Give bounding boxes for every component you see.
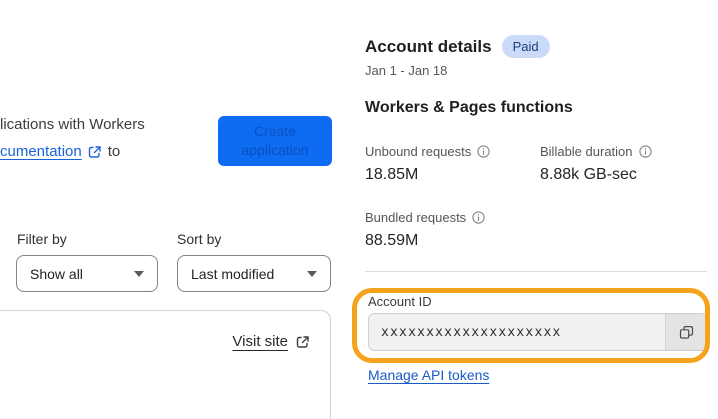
info-icon[interactable] <box>638 145 652 158</box>
copy-account-id-button[interactable] <box>665 314 707 350</box>
account-id-field-group <box>368 313 708 351</box>
project-card: Visit site <box>0 310 331 419</box>
external-link-icon <box>88 145 102 159</box>
date-range: Jan 1 - Jan 18 <box>365 63 448 78</box>
documentation-link[interactable]: cumentation <box>0 143 82 160</box>
workers-pages-dashboard: lications with Workers cumentation to Cr… <box>0 0 718 419</box>
account-details-title: Account details <box>365 36 492 56</box>
external-link-icon <box>296 335 310 349</box>
functions-section-title: Workers & Pages functions <box>365 99 573 116</box>
intro-text-line1: lications with Workers <box>0 116 145 133</box>
metric-label-text: Unbound requests <box>365 144 472 159</box>
metric-label-text: Bundled requests <box>365 210 467 225</box>
sort-dropdown[interactable]: Last modified <box>177 255 331 292</box>
create-application-button[interactable]: Create application <box>218 116 332 166</box>
billable-duration-label: Billable duration <box>540 144 652 159</box>
sort-by-label: Sort by <box>177 231 222 247</box>
visit-site-link[interactable]: Visit site <box>232 333 288 350</box>
copy-icon <box>679 325 694 339</box>
info-icon[interactable] <box>477 145 490 158</box>
intro-text-suffix: to <box>107 143 121 160</box>
paid-plan-badge: Paid <box>501 35 550 58</box>
account-id-label: Account ID <box>368 294 432 309</box>
billable-duration-value: 8.88k GB-sec <box>540 166 637 183</box>
section-divider <box>365 271 707 272</box>
manage-api-tokens-link[interactable]: Manage API tokens <box>368 367 489 383</box>
info-icon[interactable] <box>472 211 485 224</box>
bundled-requests-label: Bundled requests <box>365 210 485 225</box>
chevron-down-icon <box>307 270 317 277</box>
intro-text-line2: cumentation to <box>0 143 120 160</box>
filter-dropdown-value: Show all <box>30 265 83 282</box>
filter-dropdown[interactable]: Show all <box>16 255 158 292</box>
unbound-requests-label: Unbound requests <box>365 144 490 159</box>
metric-label-text: Billable duration <box>540 144 633 159</box>
sort-dropdown-value: Last modified <box>191 265 275 282</box>
visit-site-row: Visit site <box>232 333 310 350</box>
account-details-header: Account details Paid <box>365 35 550 58</box>
chevron-down-icon <box>134 270 144 277</box>
account-id-input[interactable] <box>369 314 665 350</box>
unbound-requests-value: 18.85M <box>365 166 419 183</box>
filter-by-label: Filter by <box>17 231 67 247</box>
bundled-requests-value: 88.59M <box>365 232 419 249</box>
